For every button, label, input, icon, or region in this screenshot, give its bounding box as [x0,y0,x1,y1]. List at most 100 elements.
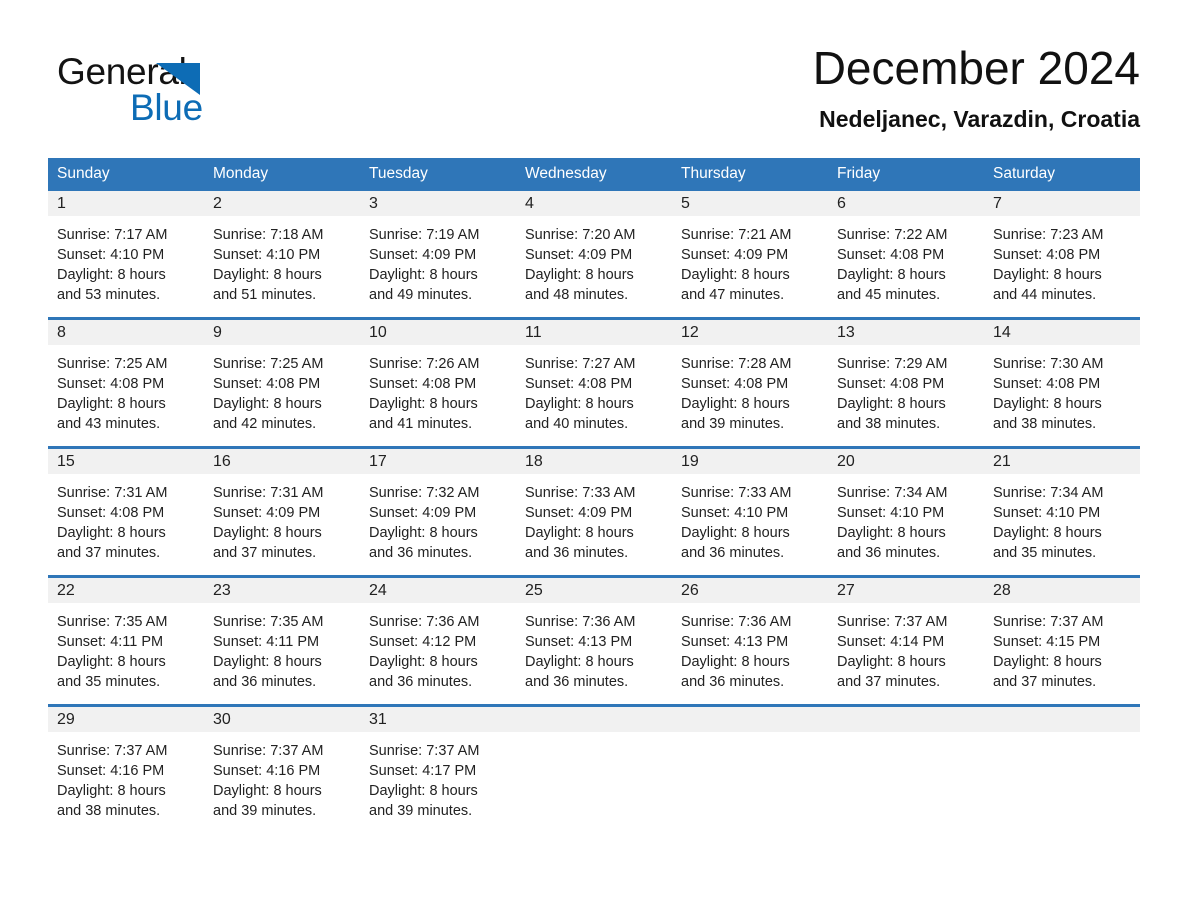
day-number: 26 [672,578,828,603]
calendar-day-cell[interactable]: 17 Sunrise: 7:32 AM Sunset: 4:09 PM Dayl… [360,446,516,577]
general-blue-logo[interactable]: General Blue [57,50,317,130]
day-number: 18 [516,449,672,474]
calendar-day-cell[interactable]: 9 Sunrise: 7:25 AM Sunset: 4:08 PM Dayli… [204,317,360,448]
sunrise-text: Sunrise: 7:26 AM [369,356,480,372]
daylight-text-line2: and 38 minutes. [993,416,1097,432]
sunset-text: Sunset: 4:08 PM [57,505,165,521]
sunrise-text: Sunrise: 7:22 AM [837,227,948,243]
weekday-header-row: Sunday Monday Tuesday Wednesday Thursday… [48,158,1140,191]
daylight-text-line1: Daylight: 8 hours [681,396,790,412]
day-number: 11 [516,320,672,345]
calendar-day-cell[interactable]: 25 Sunrise: 7:36 AM Sunset: 4:13 PM Dayl… [516,575,672,706]
calendar-day-cell[interactable]: 23 Sunrise: 7:35 AM Sunset: 4:11 PM Dayl… [204,575,360,706]
calendar-day-cell[interactable]: 22 Sunrise: 7:35 AM Sunset: 4:11 PM Dayl… [48,575,204,706]
calendar-day-cell[interactable]: 5 Sunrise: 7:21 AM Sunset: 4:09 PM Dayli… [672,191,828,319]
sunset-text: Sunset: 4:12 PM [369,634,477,650]
day-details: Sunrise: 7:20 AM Sunset: 4:09 PM Dayligh… [516,216,672,317]
calendar-day-cell[interactable]: 14 Sunrise: 7:30 AM Sunset: 4:08 PM Dayl… [984,317,1140,448]
daylight-text-line2: and 48 minutes. [525,287,629,303]
day-details: Sunrise: 7:37 AM Sunset: 4:17 PM Dayligh… [360,732,516,833]
day-number: 8 [48,320,204,345]
calendar-day-cell[interactable]: 30 Sunrise: 7:37 AM Sunset: 4:16 PM Dayl… [204,704,360,833]
weekday-header-monday: Monday [204,158,360,191]
day-details: Sunrise: 7:36 AM Sunset: 4:13 PM Dayligh… [516,603,672,704]
daylight-text-line1: Daylight: 8 hours [213,783,322,799]
day-details: Sunrise: 7:35 AM Sunset: 4:11 PM Dayligh… [204,603,360,704]
calendar-day-cell[interactable]: 10 Sunrise: 7:26 AM Sunset: 4:08 PM Dayl… [360,317,516,448]
day-details: Sunrise: 7:34 AM Sunset: 4:10 PM Dayligh… [828,474,984,575]
calendar-day-cell[interactable]: 21 Sunrise: 7:34 AM Sunset: 4:10 PM Dayl… [984,446,1140,577]
daylight-text-line1: Daylight: 8 hours [993,396,1102,412]
calendar-day-cell-empty [672,704,828,833]
daylight-text-line1: Daylight: 8 hours [525,654,634,670]
daylight-text-line2: and 36 minutes. [369,674,473,690]
calendar-day-cell[interactable]: 27 Sunrise: 7:37 AM Sunset: 4:14 PM Dayl… [828,575,984,706]
calendar-day-cell[interactable]: 15 Sunrise: 7:31 AM Sunset: 4:08 PM Dayl… [48,446,204,577]
title-block: December 2024 Nedeljanec, Varazdin, Croa… [440,40,1140,134]
calendar-day-cell[interactable]: 8 Sunrise: 7:25 AM Sunset: 4:08 PM Dayli… [48,317,204,448]
daylight-text-line2: and 35 minutes. [993,545,1097,561]
weekday-header-wednesday: Wednesday [516,158,672,191]
day-details [516,732,672,828]
daylight-text-line2: and 39 minutes. [681,416,785,432]
calendar-day-cell[interactable]: 31 Sunrise: 7:37 AM Sunset: 4:17 PM Dayl… [360,704,516,833]
sunrise-text: Sunrise: 7:35 AM [213,614,324,630]
calendar-day-cell[interactable]: 2 Sunrise: 7:18 AM Sunset: 4:10 PM Dayli… [204,191,360,319]
daylight-text-line1: Daylight: 8 hours [681,525,790,541]
day-number: 3 [360,191,516,216]
daylight-text-line1: Daylight: 8 hours [993,654,1102,670]
day-number: 15 [48,449,204,474]
calendar-day-cell[interactable]: 24 Sunrise: 7:36 AM Sunset: 4:12 PM Dayl… [360,575,516,706]
daylight-text-line1: Daylight: 8 hours [369,783,478,799]
day-details: Sunrise: 7:28 AM Sunset: 4:08 PM Dayligh… [672,345,828,446]
day-number: 21 [984,449,1140,474]
sunset-text: Sunset: 4:08 PM [57,376,165,392]
day-number: 20 [828,449,984,474]
sunrise-text: Sunrise: 7:33 AM [681,485,792,501]
sunrise-text: Sunrise: 7:19 AM [369,227,480,243]
calendar-day-cell[interactable]: 16 Sunrise: 7:31 AM Sunset: 4:09 PM Dayl… [204,446,360,577]
day-number: 30 [204,707,360,732]
calendar-day-cell[interactable]: 18 Sunrise: 7:33 AM Sunset: 4:09 PM Dayl… [516,446,672,577]
calendar-day-cell[interactable]: 19 Sunrise: 7:33 AM Sunset: 4:10 PM Dayl… [672,446,828,577]
daylight-text-line1: Daylight: 8 hours [369,654,478,670]
sunset-text: Sunset: 4:08 PM [213,376,321,392]
daylight-text-line2: and 36 minutes. [369,545,473,561]
calendar-day-cell[interactable]: 11 Sunrise: 7:27 AM Sunset: 4:08 PM Dayl… [516,317,672,448]
calendar-day-cell[interactable]: 1 Sunrise: 7:17 AM Sunset: 4:10 PM Dayli… [48,191,204,319]
sunrise-text: Sunrise: 7:25 AM [57,356,168,372]
weekday-header-thursday: Thursday [672,158,828,191]
daylight-text-line2: and 45 minutes. [837,287,941,303]
day-number: 12 [672,320,828,345]
calendar-day-cell[interactable]: 12 Sunrise: 7:28 AM Sunset: 4:08 PM Dayl… [672,317,828,448]
calendar-day-cell[interactable]: 28 Sunrise: 7:37 AM Sunset: 4:15 PM Dayl… [984,575,1140,706]
sunset-text: Sunset: 4:10 PM [993,505,1101,521]
day-number: 31 [360,707,516,732]
day-details [984,732,1140,828]
sunset-text: Sunset: 4:17 PM [369,763,477,779]
day-details [828,732,984,828]
calendar-day-cell[interactable]: 26 Sunrise: 7:36 AM Sunset: 4:13 PM Dayl… [672,575,828,706]
page-header: General Blue December 2024 Nedeljanec, V… [48,40,1140,150]
sunset-text: Sunset: 4:09 PM [681,247,789,263]
day-number: 7 [984,191,1140,216]
calendar-day-cell[interactable]: 6 Sunrise: 7:22 AM Sunset: 4:08 PM Dayli… [828,191,984,319]
day-details: Sunrise: 7:26 AM Sunset: 4:08 PM Dayligh… [360,345,516,446]
day-details: Sunrise: 7:33 AM Sunset: 4:09 PM Dayligh… [516,474,672,575]
sunset-text: Sunset: 4:10 PM [213,247,321,263]
calendar-day-cell[interactable]: 3 Sunrise: 7:19 AM Sunset: 4:09 PM Dayli… [360,191,516,319]
daylight-text-line2: and 37 minutes. [213,545,317,561]
day-details: Sunrise: 7:37 AM Sunset: 4:15 PM Dayligh… [984,603,1140,704]
sunset-text: Sunset: 4:16 PM [213,763,321,779]
calendar-day-cell[interactable]: 29 Sunrise: 7:37 AM Sunset: 4:16 PM Dayl… [48,704,204,833]
calendar-day-cell[interactable]: 7 Sunrise: 7:23 AM Sunset: 4:08 PM Dayli… [984,191,1140,319]
sunrise-text: Sunrise: 7:37 AM [369,743,480,759]
daylight-text-line1: Daylight: 8 hours [213,267,322,283]
day-details: Sunrise: 7:37 AM Sunset: 4:14 PM Dayligh… [828,603,984,704]
calendar-week-row: 15 Sunrise: 7:31 AM Sunset: 4:08 PM Dayl… [48,446,1140,577]
calendar-day-cell[interactable]: 20 Sunrise: 7:34 AM Sunset: 4:10 PM Dayl… [828,446,984,577]
calendar-day-cell[interactable]: 13 Sunrise: 7:29 AM Sunset: 4:08 PM Dayl… [828,317,984,448]
calendar-day-cell[interactable]: 4 Sunrise: 7:20 AM Sunset: 4:09 PM Dayli… [516,191,672,319]
day-number: 27 [828,578,984,603]
sunset-text: Sunset: 4:09 PM [213,505,321,521]
